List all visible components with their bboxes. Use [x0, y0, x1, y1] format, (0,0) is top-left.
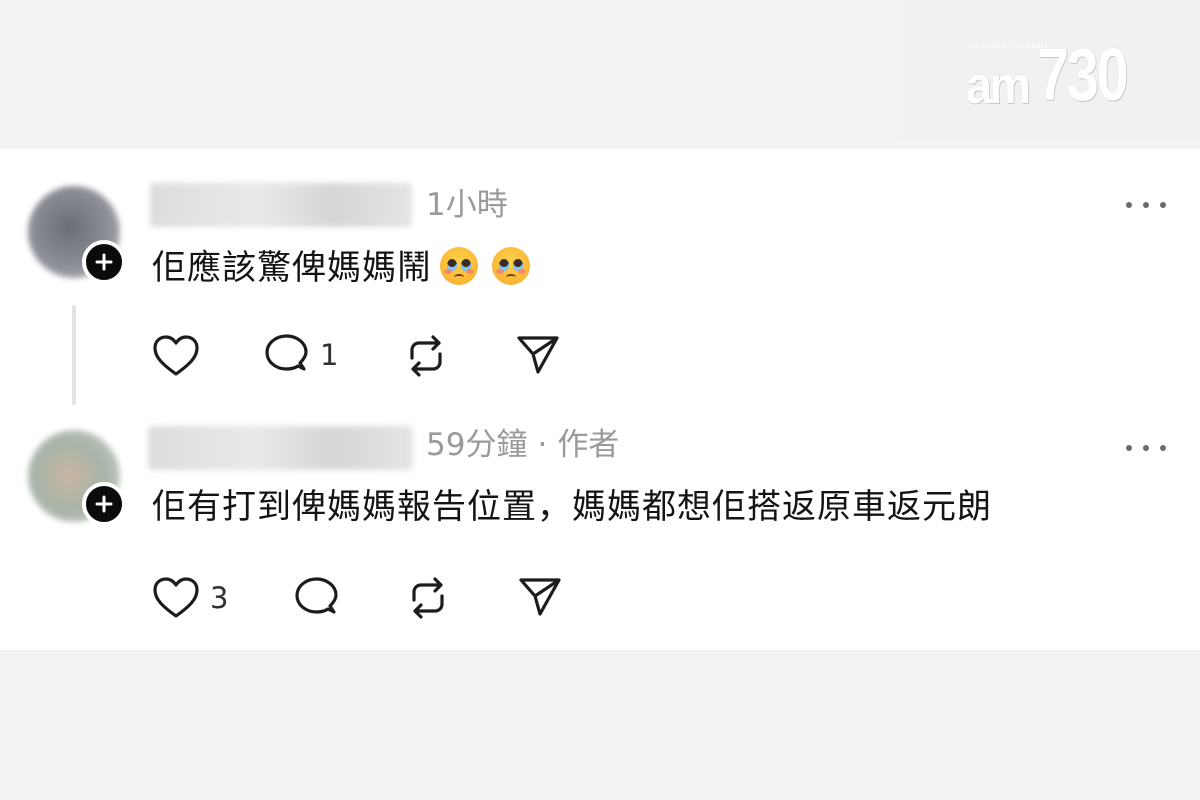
like-count: 3 — [210, 580, 229, 615]
repost-button[interactable] — [406, 576, 450, 620]
share-button[interactable] — [518, 576, 562, 618]
heart-icon — [153, 577, 199, 618]
logo-number: 730 — [1037, 33, 1129, 116]
post-body: 佢應該驚俾媽媽鬧 — [152, 248, 432, 288]
meta-separator: · — [537, 427, 548, 463]
logo-prefix: am — [966, 57, 1031, 115]
timestamp: 59分鐘 — [426, 427, 528, 463]
more-options-button[interactable] — [1126, 195, 1166, 215]
like-button[interactable] — [152, 334, 200, 378]
like-button[interactable]: 3 — [152, 576, 228, 620]
reply-count: 1 — [320, 337, 339, 372]
username-redacted[interactable] — [148, 426, 413, 470]
reply-button[interactable] — [294, 576, 340, 620]
thread-connector — [72, 305, 76, 405]
send-icon — [517, 336, 559, 374]
reply-button[interactable]: 1 — [264, 333, 338, 377]
username-redacted[interactable] — [150, 183, 412, 227]
comment-icon — [295, 577, 338, 614]
heart-icon — [153, 335, 199, 376]
plus-icon — [95, 495, 113, 513]
follow-button[interactable] — [82, 240, 126, 284]
timestamp: 1小時 — [426, 187, 508, 223]
post-text: 佢有打到俾媽媽報告位置，媽媽都想佢搭返原車返元朗 — [152, 487, 992, 527]
send-icon — [519, 578, 561, 616]
more-options-button[interactable] — [1126, 438, 1166, 458]
repost-icon — [410, 335, 442, 377]
post-meta: 1小時 — [426, 190, 508, 221]
pleading-face-emoji — [492, 247, 530, 285]
author-tag: 作者 — [557, 427, 620, 463]
comment-icon — [265, 334, 308, 371]
repost-icon — [412, 577, 444, 619]
am730-logo: my choice . my paper am 730 — [966, 33, 1152, 116]
post-meta: 59分鐘 · 作者 — [426, 430, 619, 461]
post-text: 佢應該驚俾媽媽鬧 — [152, 247, 530, 285]
plus-icon — [95, 253, 113, 271]
pleading-face-emoji — [440, 247, 478, 285]
follow-button[interactable] — [82, 482, 126, 526]
share-button[interactable] — [516, 334, 560, 376]
repost-button[interactable] — [404, 334, 448, 378]
